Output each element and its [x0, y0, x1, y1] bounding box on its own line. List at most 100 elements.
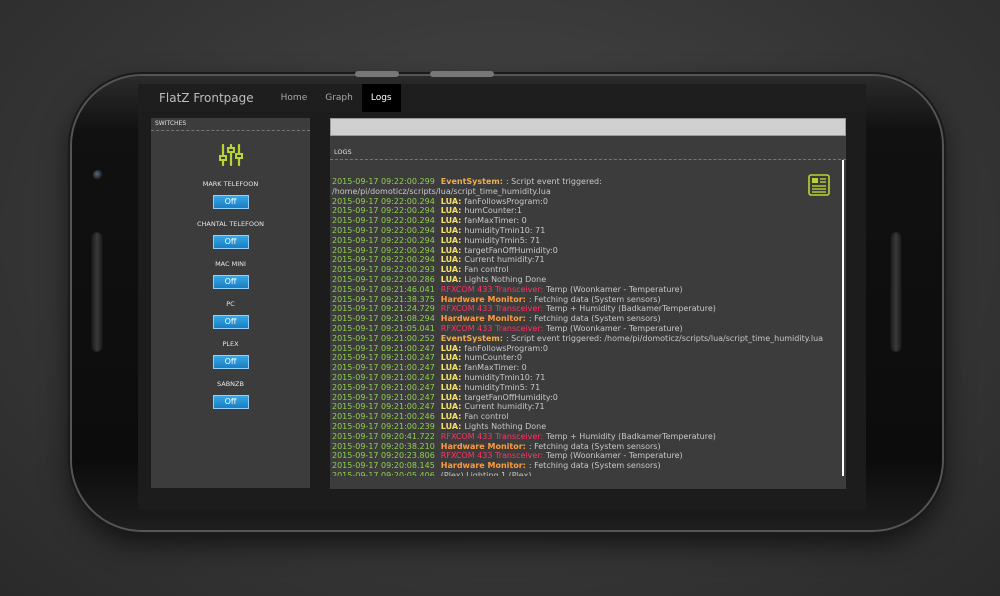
log-entry: 2015-09-17 09:21:00.247 LUA: fanFollowsPro… — [332, 344, 842, 354]
log-source: RFXCOM 433 Transceiver: — [440, 323, 544, 333]
log-entry: 2015-09-17 09:20:41.722 RFXCOM 433 Transc… — [332, 432, 842, 442]
log-source: EventSystem: — [440, 177, 503, 186]
logs-title: LOGS — [330, 136, 846, 160]
switch-toggle-button[interactable]: Off — [212, 235, 249, 249]
log-timestamp: 2015-09-17 09:21:00.252 — [332, 333, 435, 343]
log-message: targetFanOffHumidity:0 — [464, 245, 558, 255]
switch-toggle-button[interactable]: Off — [212, 315, 249, 329]
switch-label: MAC MINI — [215, 260, 246, 268]
log-entry: 2015-09-17 09:22:00.294 LUA: fanMaxTimer: … — [332, 216, 842, 226]
log-message: fanFollowsProgram:0 — [464, 343, 548, 353]
log-message: fanMaxTimer: 0 — [464, 363, 527, 373]
log-message: Current humidity:71 — [464, 402, 545, 412]
sliders-icon — [151, 142, 310, 168]
log-source: Hardware Monitor: — [440, 294, 526, 304]
nav-graph[interactable]: Graph — [316, 84, 362, 112]
log-source: RFXCOM 433 Transceiver: — [440, 304, 544, 314]
log-message: Lights Nothing Done — [464, 274, 547, 284]
log-source: Hardware Monitor: — [440, 314, 526, 324]
log-entry: 2015-09-17 09:22:00.293 LUA: Fan control — [332, 265, 842, 275]
log-entry: 2015-09-17 09:21:08.294 Hardware Monitor:… — [332, 314, 842, 324]
log-source: RFXCOM 433 Transceiver: — [440, 284, 544, 294]
log-entry: 2015-09-17 09:22:00.286 LUA: Lights Nothin… — [332, 275, 842, 285]
log-message: : Fetching data (System sensors) — [528, 294, 661, 304]
log-message: humidityTmin10: 71 — [464, 225, 546, 235]
log-message: : Fetching data (System sensors) — [528, 461, 661, 471]
switch-toggle-button[interactable]: Off — [212, 395, 249, 409]
log-entry: 2015-09-17 09:21:46.041 RFXCOM 433 Transc… — [332, 285, 842, 295]
switches-title: SWITCHES — [151, 118, 310, 131]
log-message: Temp (Woonkamer - Temperature) — [546, 451, 683, 461]
log-source: Hardware Monitor: — [440, 441, 526, 451]
log-entry: 2015-09-17 09:20:23.806 RFXCOM 433 Transc… — [332, 451, 842, 461]
log-message: Temp (Woonkamer - Temperature) — [546, 284, 683, 294]
log-timestamp: 2015-09-17 09:21:00.247 — [332, 363, 435, 373]
log-timestamp: 2015-09-17 09:22:00.299 — [332, 177, 435, 186]
log-timestamp: 2015-09-17 09:21:00.247 — [332, 353, 435, 363]
switch-label: PLEX — [222, 340, 239, 348]
log-entry: 2015-09-17 09:20:08.145 Hardware Monitor:… — [332, 461, 842, 471]
log-entry: 2015-09-17 09:21:00.247 LUA: humCounter:0 — [332, 353, 842, 363]
log-source: Hardware Monitor: — [440, 461, 526, 471]
log-source: EventSystem: — [440, 333, 503, 343]
log-timestamp: 2015-09-17 09:22:00.294 — [332, 235, 435, 245]
log-timestamp: 2015-09-17 09:22:00.294 — [332, 216, 435, 226]
log-entry: 2015-09-17 09:22:00.294 LUA: fanFollowsPro… — [332, 197, 842, 207]
log-timestamp: 2015-09-17 09:21:00.247 — [332, 343, 435, 353]
switch-toggle-button[interactable]: Off — [212, 195, 249, 209]
log-message: humidityTmin5: 71 — [464, 235, 541, 245]
log-timestamp: 2015-09-17 09:21:00.239 — [332, 421, 435, 431]
switch-label: PC — [226, 300, 235, 308]
log-message: humidityTmin10: 71 — [464, 372, 546, 382]
log-timestamp: 2015-09-17 09:20:08.145 — [332, 461, 435, 471]
log-timestamp: 2015-09-17 09:21:05.041 — [332, 323, 435, 333]
log-entry: 2015-09-17 09:20:38.210 Hardware Monitor:… — [332, 442, 842, 452]
switch-item: PLEX Off — [151, 340, 310, 380]
log-message: Fan control — [464, 265, 509, 275]
log-timestamp: 2015-09-17 09:21:00.247 — [332, 392, 435, 402]
log-entry: 2015-09-17 09:21:00.247 LUA: targetFanOffH… — [332, 393, 842, 403]
phone-speaker-right — [889, 232, 903, 352]
log-message: fanFollowsProgram:0 — [464, 196, 548, 206]
newspaper-icon[interactable] — [808, 174, 830, 200]
nav-logs[interactable]: Logs — [361, 84, 401, 112]
log-timestamp: 2015-09-17 09:22:00.294 — [332, 196, 435, 206]
log-timestamp: 2015-09-17 09:20:05.406 — [332, 470, 435, 476]
log-source: LUA: — [440, 372, 462, 382]
log-timestamp: 2015-09-17 09:21:00.247 — [332, 402, 435, 412]
log-source: LUA: — [440, 402, 462, 412]
switch-toggle-button[interactable]: Off — [212, 355, 249, 369]
nav-home[interactable]: Home — [272, 84, 317, 112]
log-source: LUA: — [440, 255, 462, 265]
log-timestamp: 2015-09-17 09:20:41.722 — [332, 431, 435, 441]
log-entry: /home/pi/domoticz/scripts/lua/script_tim… — [332, 187, 842, 197]
logs-panel: LOGS 2015-09-17 09:22:00.299 EventSystem:… — [330, 118, 846, 489]
log-source: LUA: — [440, 421, 462, 431]
log-timestamp: 2015-09-17 09:22:00.294 — [332, 245, 435, 255]
log-source: RFXCOM 433 Transceiver: — [440, 431, 544, 441]
log-entry: 2015-09-17 09:22:00.294 LUA: humidityTmin1… — [332, 226, 842, 236]
log-message: humidityTmin5: 71 — [464, 382, 541, 392]
log-timestamp: 2015-09-17 09:22:00.294 — [332, 255, 435, 265]
log-source: LUA: — [440, 392, 462, 402]
log-timestamp: 2015-09-17 09:21:00.246 — [332, 412, 435, 422]
switch-toggle-button[interactable]: Off — [212, 275, 249, 289]
log-message: : Fetching data (System sensors) — [528, 441, 661, 451]
log-source: LUA: — [440, 206, 462, 216]
logs-filter-bar[interactable] — [330, 118, 846, 136]
log-message: fanMaxTimer: 0 — [464, 216, 527, 226]
log-timestamp: 2015-09-17 09:22:00.286 — [332, 274, 435, 284]
log-message: Lights Nothing Done — [464, 421, 547, 431]
log-message: : Script event triggered: /home/pi/domot… — [505, 333, 824, 343]
brand-title[interactable]: FlatZ Frontpage — [159, 91, 254, 105]
log-entry: 2015-09-17 09:20:05.406 (Plex) Lighting 1… — [332, 471, 842, 476]
log-timestamp: 2015-09-17 09:20:23.806 — [332, 451, 435, 461]
log-source: LUA: — [440, 216, 462, 226]
log-entry: 2015-09-17 09:21:00.239 LUA: Lights Nothin… — [332, 422, 842, 432]
log-message: humCounter:1 — [464, 206, 522, 216]
log-timestamp: 2015-09-17 09:20:38.210 — [332, 441, 435, 451]
log-timestamp: 2015-09-17 09:21:00.247 — [332, 382, 435, 392]
switch-label: CHANTAL TELEFOON — [197, 220, 264, 228]
log-timestamp: 2015-09-17 09:22:00.293 — [332, 265, 435, 275]
log-list[interactable]: 2015-09-17 09:22:00.299 EventSystem:: Scr… — [330, 160, 844, 476]
